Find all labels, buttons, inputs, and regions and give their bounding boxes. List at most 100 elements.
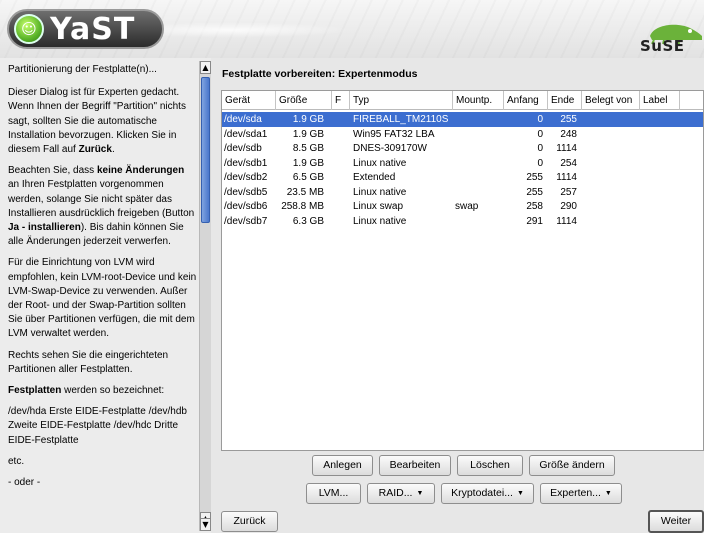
help-bold: Ja - installieren — [8, 222, 81, 234]
help-paragraph: Rechts sehen Sie die eingerichteten Part… — [8, 349, 169, 375]
column-header-device[interactable]: Gerät — [222, 91, 276, 110]
table-cell-mount: swap — [455, 201, 479, 212]
table-cell-size: 23.5 MB — [286, 186, 324, 198]
table-cell-end: 254 — [560, 157, 577, 169]
delete-button[interactable]: Löschen — [457, 455, 523, 476]
table-row[interactable]: /dev/sdb 8.5 GB DNES-309170W 0 1114 — [222, 141, 703, 156]
column-header-used-by[interactable]: Belegt von — [582, 91, 640, 110]
table-cell-type: FIREBALL_TM2110S — [353, 114, 449, 125]
back-button[interactable]: Zurück — [221, 511, 278, 532]
help-heading: Partitionierung der Festplatte(n)... — [8, 64, 157, 75]
table-cell-device: /dev/sda — [224, 114, 262, 125]
yast-logo-icon: ☺ — [14, 14, 44, 44]
help-paragraph: Für die Einrichtung von LVM wird empfohl… — [8, 257, 197, 340]
help-text: Partitionierung der Festplatte(n)... Die… — [0, 58, 198, 533]
column-header-size[interactable]: Größe — [276, 91, 332, 110]
scrollbar-thumb[interactable] — [201, 77, 210, 223]
table-cell-start: 258 — [526, 201, 543, 212]
scroll-up-icon[interactable]: ▲ — [200, 61, 211, 74]
expert-dropdown-button[interactable]: Experten... ▼ — [540, 483, 622, 504]
table-cell-end: 248 — [560, 128, 577, 140]
create-button[interactable]: Anlegen — [312, 455, 373, 476]
table-cell-type: Linux swap — [353, 201, 404, 212]
table-cell-device: /dev/sdb6 — [224, 201, 268, 212]
column-header-mount[interactable]: Mountp. — [453, 91, 504, 110]
table-cell-device: /dev/sdb1 — [224, 157, 268, 169]
table-row[interactable]: /dev/sdb2 6.5 GB Extended 255 1114 — [222, 170, 703, 185]
lvm-button-label: LVM... — [318, 487, 349, 499]
help-paragraph: etc. — [8, 455, 25, 467]
table-cell-size: 8.5 GB — [292, 143, 324, 154]
chevron-down-icon: ▼ — [516, 490, 524, 497]
table-row[interactable]: /dev/sdb1 1.9 GB Linux native 0 254 — [222, 156, 703, 171]
yast-logo-text: YaST — [50, 11, 136, 47]
table-cell-size: 1.9 GB — [292, 157, 324, 169]
table-cell-end: 255 — [560, 114, 577, 125]
table-cell-end: 1114 — [556, 215, 577, 227]
table-cell-end: 290 — [560, 201, 577, 212]
help-panel: Partitionierung der Festplatte(n)... Die… — [0, 58, 211, 533]
scroll-down-arrow-icon[interactable]: ▼ — [200, 518, 211, 531]
help-paragraph: Festplatten werden so bezeichnet: — [8, 385, 165, 397]
page-title: Festplatte vorbereiten: Expertenmodus — [222, 68, 418, 80]
table-cell-device: /dev/sdb — [224, 143, 262, 154]
column-header-label[interactable]: Label — [640, 91, 680, 110]
help-paragraph: Dieser Dialog ist für Experten gedacht. … — [8, 87, 186, 156]
yast-logo: ☺ YaST — [7, 9, 164, 49]
next-button[interactable]: Weiter — [648, 510, 704, 533]
table-row[interactable]: /dev/sdb7 6.3 GB Linux native 291 1114 — [222, 214, 703, 229]
table-cell-size: 6.3 GB — [292, 215, 324, 227]
table-cell-start: 0 — [537, 157, 543, 169]
table-cell-device: /dev/sdb7 — [224, 215, 268, 227]
table-cell-end: 257 — [560, 186, 577, 198]
table-cell-size: 6.5 GB — [292, 172, 324, 183]
table-row[interactable]: /dev/sdb5 23.5 MB Linux native 255 257 — [222, 185, 703, 200]
edit-button-label: Bearbeiten — [389, 459, 441, 471]
table-cell-device: /dev/sdb5 — [224, 186, 268, 198]
column-header-start[interactable]: Anfang — [504, 91, 548, 110]
table-header: Gerät Größe F Typ Mountp. Anfang Ende Be… — [222, 91, 703, 110]
table-row[interactable]: /dev/sda1 1.9 GB Win95 FAT32 LBA 0 248 — [222, 127, 703, 142]
table-cell-start: 0 — [537, 128, 543, 140]
help-scrollbar[interactable]: ▲ ▲ ▼ — [199, 61, 211, 531]
column-header-f[interactable]: F — [332, 91, 350, 110]
partition-table[interactable]: Gerät Größe F Typ Mountp. Anfang Ende Be… — [221, 90, 704, 451]
crypto-dropdown-button[interactable]: Kryptodatei... ▼ — [441, 483, 534, 504]
column-header-type[interactable]: Typ — [350, 91, 453, 110]
table-cell-start: 255 — [526, 172, 543, 183]
table-cell-type: Linux native — [353, 157, 407, 169]
table-cell-device: /dev/sdb2 — [224, 172, 268, 183]
back-button-label: Zurück — [233, 515, 266, 527]
table-row[interactable]: /dev/sdb6 258.8 MB Linux swap swap 258 290 — [222, 199, 703, 214]
help-bold: keine Änderungen — [96, 165, 185, 177]
column-header-end[interactable]: Ende — [548, 91, 582, 110]
table-cell-size: 1.9 GB — [292, 128, 324, 140]
table-cell-end: 1114 — [556, 172, 577, 183]
table-cell-type: DNES-309170W — [353, 143, 427, 154]
resize-button-label: Größe ändern — [539, 459, 605, 471]
crypto-button-label: Kryptodatei... — [451, 487, 513, 499]
table-cell-size: 258.8 MB — [281, 201, 324, 212]
edit-button[interactable]: Bearbeiten — [379, 455, 451, 476]
table-row[interactable]: /dev/sda 1.9 GB FIREBALL_TM2110S 0 255 — [222, 112, 703, 127]
raid-button-label: RAID... — [378, 487, 413, 499]
help-paragraph: - oder - — [8, 477, 41, 489]
table-cell-size: 1.9 GB — [292, 114, 324, 125]
table-cell-end: 1114 — [556, 143, 577, 154]
resize-button[interactable]: Größe ändern — [529, 455, 615, 476]
table-cell-start: 255 — [526, 186, 543, 198]
table-cell-start: 0 — [537, 114, 543, 125]
table-cell-start: 0 — [537, 143, 543, 154]
raid-dropdown-button[interactable]: RAID... ▼ — [367, 483, 435, 504]
table-cell-type: Linux native — [353, 215, 407, 227]
help-bold: Festplatten — [8, 385, 62, 397]
next-button-label: Weiter — [660, 515, 692, 527]
help-bold: Zurück — [78, 144, 112, 156]
chevron-down-icon: ▼ — [604, 490, 612, 497]
lvm-button[interactable]: LVM... — [306, 483, 361, 504]
table-cell-type: Win95 FAT32 LBA — [353, 128, 435, 140]
suse-logo-text: SuSE — [640, 37, 685, 55]
table-cell-type: Linux native — [353, 186, 407, 198]
table-cell-device: /dev/sda1 — [224, 128, 268, 140]
header-banner: ☺ YaST SuSE — [0, 0, 704, 58]
